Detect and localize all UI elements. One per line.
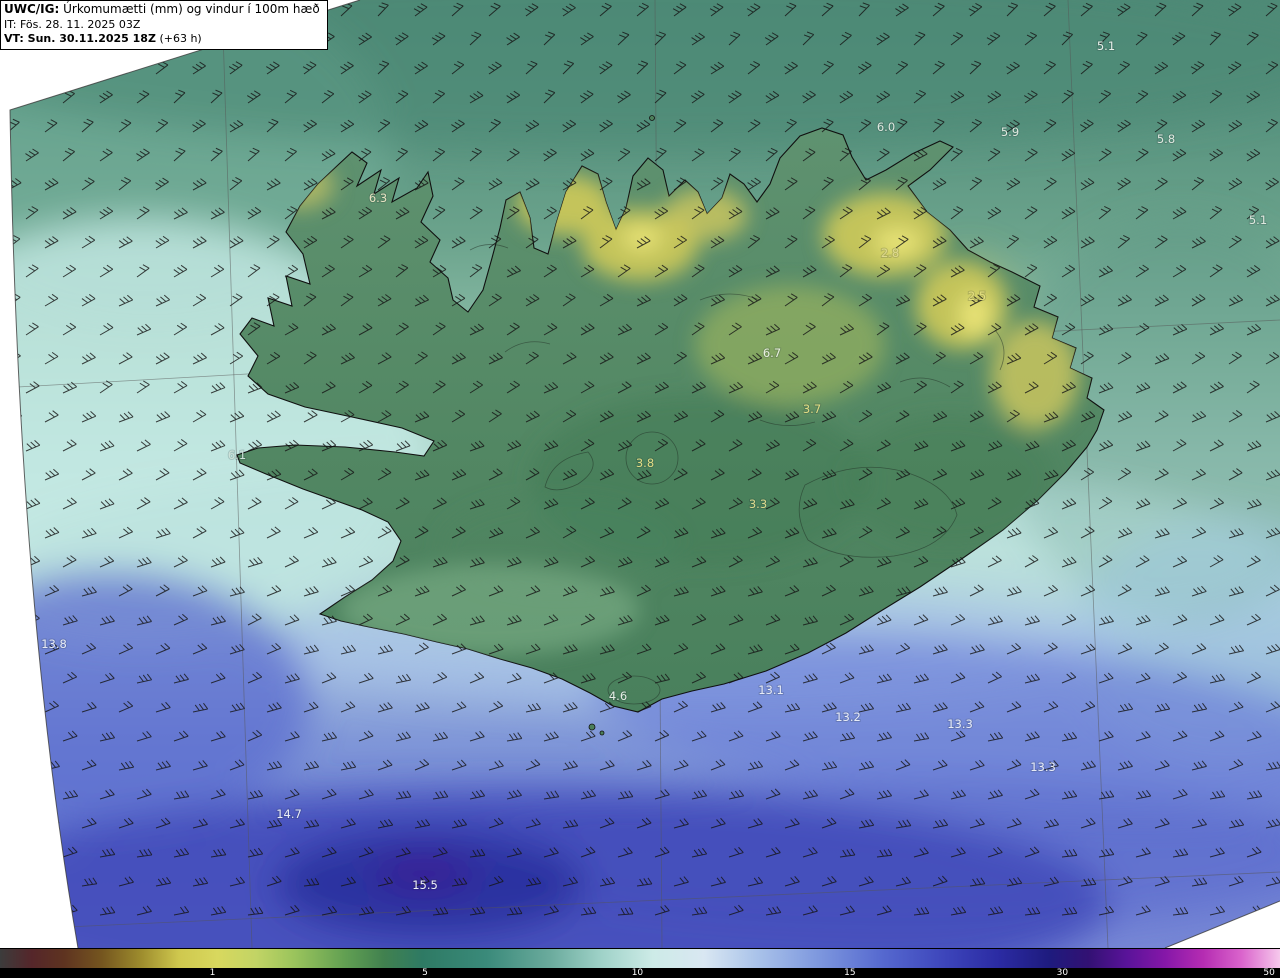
precip-value-label: 2.8 — [881, 246, 899, 260]
precip-value-label: 4.6 — [609, 689, 627, 703]
colorbar-tick-label: 1 — [209, 968, 216, 978]
precip-value-label: 6.7 — [763, 346, 781, 360]
colorbar-legend: 1 5 10 15 30 50 — [0, 948, 1280, 978]
precip-value-label: 3.7 — [803, 402, 821, 416]
colorbar-gradient — [0, 948, 1280, 968]
colorbar-labels: 1 5 10 15 30 50 — [0, 968, 1280, 978]
precip-value-label: 14.7 — [276, 807, 302, 821]
precip-value-label: 5.9 — [1001, 125, 1019, 139]
colorbar-tick-label: 15 — [844, 968, 856, 978]
map-canvas: 5.1 6.0 5.9 5.8 5.1 6.3 2.8 2.5 6.7 3.7 6.1 3.8 3.3 1… — [0, 0, 1280, 948]
colorbar-tick-label: 5 — [422, 968, 428, 978]
precip-value-label: 6.3 — [369, 191, 387, 205]
valid-time-line: VT: Sun. 30.11.2025 18Z (+63 h) — [4, 32, 320, 47]
precip-value-label: 13.2 — [835, 710, 861, 724]
precip-value-label: 13.8 — [41, 637, 67, 651]
precip-value-label: 13.1 — [758, 683, 784, 697]
precip-value-label: 2.5 — [968, 289, 986, 303]
colorbar-tick-label: 50 — [1263, 968, 1275, 978]
valid-offset: (+63 h) — [159, 32, 202, 46]
precip-value-label: 5.1 — [1249, 213, 1267, 227]
init-time: IT: Fös. 28. 11. 2025 03Z — [4, 17, 141, 31]
map-svg: 5.1 6.0 5.9 5.8 5.1 6.3 2.8 2.5 6.7 3.7 6.1 3.8 3.3 1… — [0, 0, 1280, 948]
precip-value-label: 3.8 — [636, 456, 654, 470]
colorbar-tick-label: 10 — [631, 968, 644, 978]
forecast-info-box: UWC/IG: Úrkomumætti (mm) og vindur í 100… — [0, 0, 328, 50]
weather-map-app: 5.1 6.0 5.9 5.8 5.1 6.3 2.8 2.5 6.7 3.7 6.1 3.8 3.3 1… — [0, 0, 1280, 978]
precip-value-label: 13.3 — [947, 717, 973, 731]
precip-value-label: 13.3 — [1030, 760, 1056, 774]
precip-value-label: 5.1 — [1097, 39, 1115, 53]
precip-value-label: 15.5 — [412, 878, 438, 892]
precip-value-label: 3.3 — [749, 497, 767, 511]
map-title-line: UWC/IG: Úrkomumætti (mm) og vindur í 100… — [4, 2, 320, 18]
model-label: UWC/IG: — [4, 2, 60, 16]
map-title: Úrkomumætti (mm) og vindur í 100m hæð — [63, 2, 320, 16]
precip-value-label: 5.8 — [1157, 132, 1175, 146]
valid-time: VT: Sun. 30.11.2025 18Z — [4, 32, 156, 46]
precip-value-label: 6.1 — [228, 448, 246, 462]
colorbar-tick-label: 30 — [1056, 968, 1069, 978]
precip-value-label: 6.0 — [877, 120, 895, 134]
